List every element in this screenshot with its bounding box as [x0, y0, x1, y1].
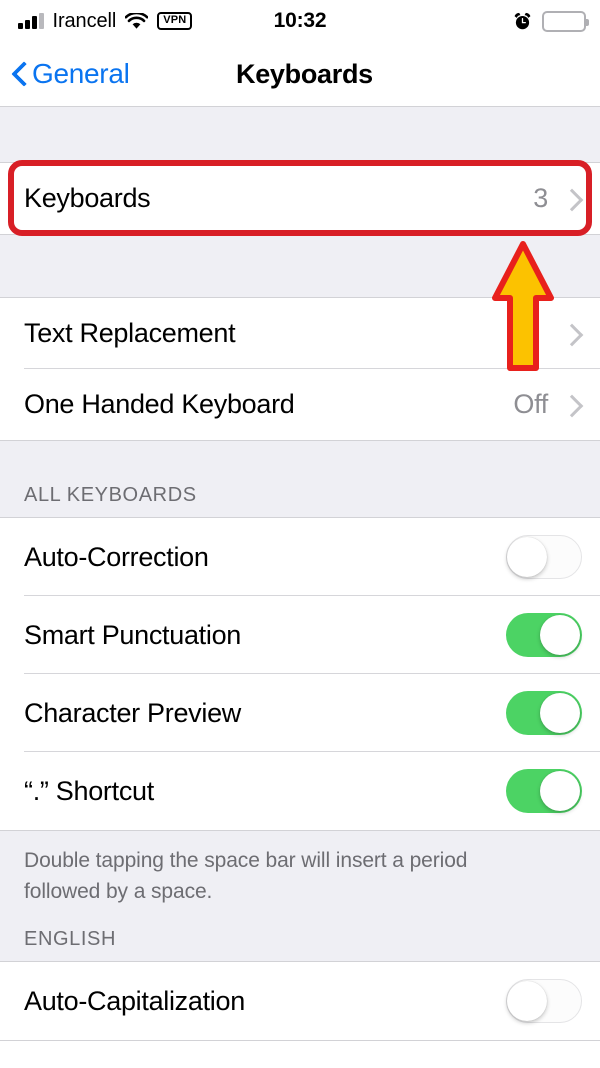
toggle-knob: [540, 693, 580, 733]
iphone-screen: Irancell VPN 10:32 General Keyboards Key…: [0, 0, 600, 1068]
toggle-knob: [507, 980, 547, 1021]
row-label: “.” Shortcut: [24, 775, 154, 806]
back-button-label: General: [32, 58, 130, 89]
toggle-knob: [507, 536, 547, 577]
row-label: Character Preview: [24, 697, 241, 728]
section-all-keyboards: Auto-Correction Smart Punctuation Charac…: [0, 517, 600, 831]
status-bar: Irancell VPN 10:32: [0, 0, 600, 42]
row-label: Keyboards: [24, 183, 151, 213]
row-character-preview[interactable]: Character Preview: [0, 674, 600, 752]
status-bar-left: Irancell VPN: [18, 10, 302, 33]
row-label: Text Replacement: [24, 318, 236, 348]
row-period-shortcut[interactable]: “.” Shortcut: [0, 752, 600, 830]
section-text-tools: Text Replacement One Handed Keyboard Off: [0, 297, 600, 441]
row-keyboards[interactable]: Keyboards 3: [0, 163, 600, 234]
page-title: Keyboards: [236, 58, 373, 89]
section-english: Auto-Capitalization: [0, 961, 600, 1041]
toggle-knob: [540, 771, 580, 811]
navigation-bar: General Keyboards: [0, 42, 600, 107]
vpn-badge: VPN: [157, 12, 193, 30]
chevron-right-icon: [564, 393, 578, 417]
toggle-auto-capitalization[interactable]: [506, 979, 582, 1023]
row-label: Auto-Correction: [24, 541, 209, 572]
section-gap-1: [0, 235, 600, 297]
row-value-count: 3: [533, 183, 548, 213]
row-label: Smart Punctuation: [24, 619, 242, 650]
alarm-clock-icon: [513, 12, 532, 31]
battery-icon: [542, 10, 589, 32]
chevron-left-icon: [12, 60, 28, 88]
section-header-english: ENGLISH: [0, 919, 600, 961]
row-text-replacement[interactable]: Text Replacement: [0, 298, 600, 369]
toggle-character-preview[interactable]: [506, 691, 582, 735]
carrier-label: Irancell: [52, 9, 117, 32]
section-gap-top: [0, 107, 600, 162]
wifi-icon: [124, 11, 149, 30]
toggle-smart-punctuation[interactable]: [506, 613, 582, 657]
row-smart-punctuation[interactable]: Smart Punctuation: [0, 596, 600, 674]
toggle-period-shortcut[interactable]: [506, 769, 582, 813]
row-one-handed-keyboard[interactable]: One Handed Keyboard Off: [0, 369, 600, 440]
chevron-right-icon: [564, 187, 578, 211]
cellular-signal-icon: [18, 13, 44, 29]
row-auto-correction[interactable]: Auto-Correction: [0, 518, 600, 596]
status-bar-right: [302, 10, 589, 32]
section-header-all-keyboards: ALL KEYBOARDS: [0, 441, 600, 517]
back-button-general[interactable]: General: [0, 58, 130, 90]
row-label: Auto-Capitalization: [24, 985, 245, 1016]
row-value-state: Off: [513, 389, 548, 419]
chevron-right-icon: [564, 322, 578, 346]
section-keyboards: Keyboards 3: [0, 162, 600, 235]
toggle-knob: [540, 615, 580, 655]
row-auto-capitalization[interactable]: Auto-Capitalization: [0, 962, 600, 1040]
section-footer-all-keyboards: Double tapping the space bar will insert…: [0, 831, 600, 919]
toggle-auto-correction[interactable]: [506, 535, 582, 579]
row-label: One Handed Keyboard: [24, 389, 295, 419]
